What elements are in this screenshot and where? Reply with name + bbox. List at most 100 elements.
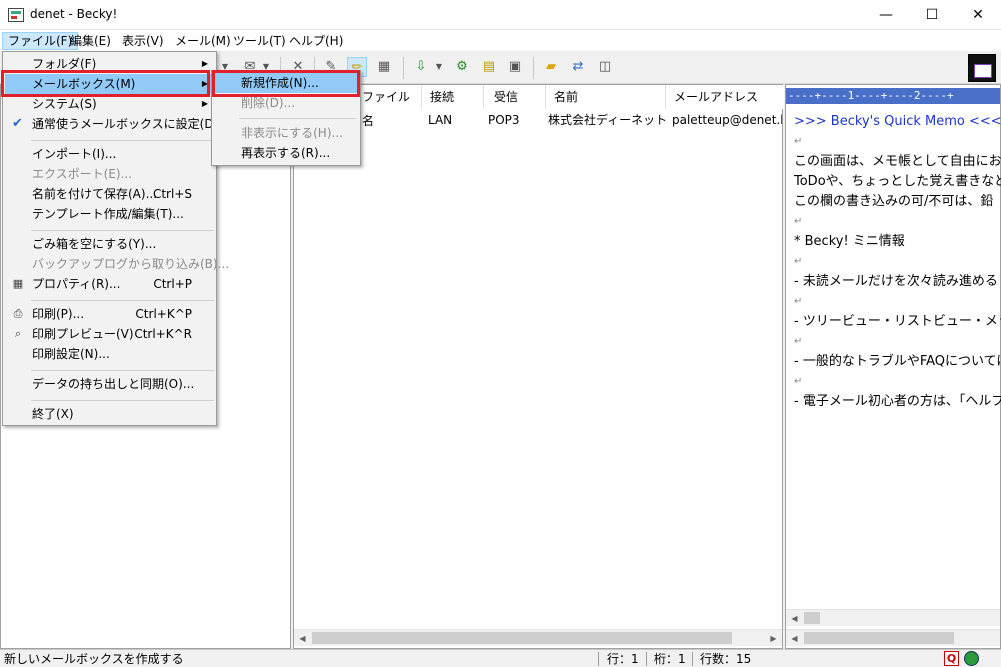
- toolbar-separator: [533, 57, 534, 79]
- menu-separator: [31, 400, 214, 401]
- menu-item-print-preview[interactable]: ⌕ 印刷プレビュー(V) Ctrl+K^R: [5, 324, 214, 344]
- dropdown-arrow-icon[interactable]: ▼: [433, 57, 445, 77]
- title-bar: denet - Becky! — ☐ ✕: [0, 0, 1001, 30]
- menu-view[interactable]: 表示(V): [117, 32, 169, 50]
- status-line-count: 行数：15: [700, 652, 752, 666]
- menu-item-system[interactable]: システム(S) ▶: [5, 94, 214, 114]
- scroll-right-arrow-icon[interactable]: ▶: [765, 630, 782, 647]
- menu-item-properties[interactable]: ▦ プロパティ(R)... Ctrl+P: [5, 274, 214, 294]
- file-menu: フォルダ(F) ▶ メールボックス(M) ▶ システム(S) ▶ ✔ 通常使うメールボッ…: [2, 51, 230, 426]
- mailbox-list-pane[interactable]: ファイル名 接続 受信 名前 メールアドレス LAN POP3 株式会社ディーネ…: [293, 84, 784, 649]
- status-line: 行：1: [607, 652, 639, 666]
- column-header-connection[interactable]: 接続: [424, 85, 484, 109]
- return-mark-icon: ↵: [794, 256, 803, 267]
- window-title: denet - Becky!: [30, 7, 118, 21]
- menu-item-save-as[interactable]: 名前を付けて保存(A)... Ctrl+S: [5, 184, 214, 204]
- status-separator: [692, 652, 693, 666]
- menu-item-import-backup-log: バックアップログから取り込み(B)...: [32, 257, 230, 271]
- scroll-left-arrow-icon[interactable]: ◀: [786, 610, 803, 627]
- menu-tools[interactable]: ツール(T): [228, 32, 291, 50]
- menu-edit[interactable]: 編集(E): [65, 32, 116, 50]
- menu-item-print[interactable]: ⎙ 印刷(P)... Ctrl+K^P: [5, 304, 214, 324]
- menu-item-set-default-mailbox[interactable]: ✔ 通常使うメールボックスに設定(D): [5, 114, 218, 134]
- menu-mail[interactable]: メール(M): [170, 32, 236, 50]
- memo-ruler: ----+----1----+----2----+: [786, 88, 1000, 104]
- submenu-arrow-icon: ▶: [201, 79, 208, 88]
- table-cell-connection[interactable]: LAN: [422, 111, 482, 129]
- menu-item-exit[interactable]: 終了(X): [5, 404, 214, 424]
- menu-bar: ファイル(F) 編集(E) 表示(V) メール(M) ツール(T) ヘルプ(H): [0, 30, 1001, 51]
- column-header-name[interactable]: 名前: [548, 85, 666, 109]
- menu-item-hide-mailbox: 非表示にする(H)...: [241, 126, 343, 140]
- memo-line: - 一般的なトラブルやFAQについては: [794, 354, 1001, 369]
- return-mark-icon: ↵: [794, 216, 803, 227]
- quick-memo-pane[interactable]: ----+----1----+----2----+ >>> Becky's Qu…: [785, 84, 1001, 649]
- menu-item-template[interactable]: テンプレート作成/編集(T)...: [5, 204, 214, 224]
- memo-line: この画面は、メモ帳として自由にお使: [794, 154, 1001, 169]
- toolbar-separator: [403, 57, 404, 79]
- properties-icon[interactable]: ▦: [374, 57, 394, 77]
- memo-line: この欄の書き込みの可/不可は、鉛: [794, 194, 994, 209]
- column-header-receive[interactable]: 受信: [488, 85, 546, 109]
- printer-icon: ⎙: [13, 307, 23, 320]
- menu-item-import[interactable]: インポート(I)...: [5, 144, 214, 164]
- status-separator: [646, 652, 647, 666]
- menu-item-delete-mailbox: 削除(D)...: [241, 96, 296, 110]
- checkmark-icon: ✔: [12, 116, 23, 131]
- table-cell-receive[interactable]: POP3: [482, 111, 542, 129]
- properties-icon: ▦: [12, 277, 24, 290]
- memo-line: >>> Becky's Quick Memo <<<: [794, 114, 1001, 129]
- scroll-left-arrow-icon[interactable]: ◀: [786, 630, 803, 647]
- status-bar: 新しいメールボックスを作成する 行：1 桁：1 行数：15 Q: [0, 649, 1001, 667]
- scroll-left-arrow-icon[interactable]: ◀: [294, 630, 311, 647]
- status-message: 新しいメールボックスを作成する: [4, 652, 184, 666]
- archive-icon[interactable]: ▣: [505, 57, 525, 77]
- menu-help[interactable]: ヘルプ(H): [284, 32, 348, 50]
- return-mark-icon: ↵: [794, 376, 803, 387]
- scroll-thumb[interactable]: [804, 632, 954, 644]
- quick-memo-icon[interactable]: Q: [944, 651, 959, 666]
- status-separator: [598, 652, 599, 666]
- folder-icon[interactable]: ▰: [541, 57, 561, 77]
- menu-item-show-mailbox[interactable]: 再表示する(R)...: [214, 143, 358, 163]
- table-cell-filename: [356, 111, 422, 129]
- list-horizontal-scrollbar[interactable]: ◀ ▶: [294, 629, 782, 646]
- submenu-arrow-icon: ▶: [201, 59, 208, 68]
- globe-icon[interactable]: [964, 651, 979, 666]
- memo-line: * Becky! ミニ情報: [794, 234, 905, 249]
- column-header-filename[interactable]: ファイル名: [356, 85, 422, 128]
- memo-line: - 未読メールだけを次々読み進める: [794, 274, 998, 289]
- menu-item-data-sync[interactable]: データの持ち出しと同期(O)...: [5, 374, 214, 394]
- memo-line: - 電子メール初心者の方は、「ヘルプ: [794, 394, 1001, 409]
- column-header-email[interactable]: メールアドレス: [668, 85, 784, 109]
- memo-horizontal-scrollbar[interactable]: ◀: [786, 629, 1000, 646]
- receive-icon[interactable]: ⇩: [411, 57, 431, 77]
- return-mark-icon: ↵: [794, 336, 803, 347]
- mailbox-submenu: 新規作成(N)... 削除(D)... 非表示にする(H)... 再表示する(R…: [211, 70, 361, 166]
- becky-brand-icon: [968, 54, 996, 82]
- menu-separator: [31, 370, 214, 371]
- menu-item-empty-trash[interactable]: ごみ箱を空にする(Y)...: [5, 234, 214, 254]
- memo-horizontal-scrollbar-top[interactable]: ◀: [786, 609, 1000, 626]
- menu-separator: [31, 230, 214, 231]
- close-button[interactable]: ✕: [955, 0, 1001, 30]
- menu-item-export: エクスポート(E)...: [32, 167, 133, 181]
- menu-item-folder[interactable]: フォルダ(F) ▶: [5, 54, 214, 74]
- send-receive-icon[interactable]: ⇄: [568, 57, 588, 77]
- table-cell-name[interactable]: 株式会社ディーネット: [542, 111, 666, 129]
- memo-icon[interactable]: ▤: [479, 57, 499, 77]
- app-icon: [8, 8, 24, 22]
- scroll-thumb[interactable]: [312, 632, 732, 644]
- return-mark-icon: ↵: [794, 136, 803, 147]
- submenu-arrow-icon: ▶: [201, 99, 208, 108]
- scroll-thumb[interactable]: [804, 612, 820, 624]
- layout-icon[interactable]: ◫: [595, 57, 615, 77]
- filter-icon[interactable]: ⚙: [452, 57, 472, 77]
- menu-item-print-settings[interactable]: 印刷設定(N)...: [5, 344, 214, 364]
- menu-item-mailbox[interactable]: メールボックス(M) ▶: [5, 74, 214, 94]
- table-cell-email[interactable]: paletteup@denet.biz: [666, 111, 782, 129]
- minimize-button[interactable]: —: [863, 0, 909, 30]
- menu-item-new-mailbox[interactable]: 新規作成(N)...: [214, 73, 358, 93]
- memo-line: ToDoや、ちょっとした覚え書きなどに: [794, 174, 1001, 189]
- maximize-button[interactable]: ☐: [909, 0, 955, 30]
